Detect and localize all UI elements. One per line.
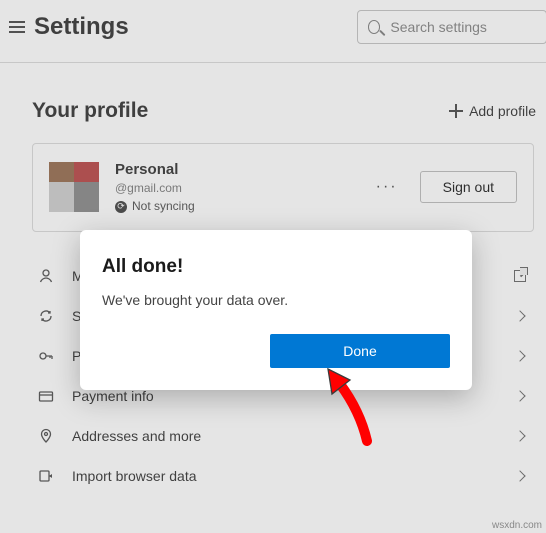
- chevron-right-icon: [514, 310, 525, 321]
- key-icon: [36, 348, 56, 364]
- dialog-title: All done!: [102, 256, 450, 278]
- sync-icon: [36, 308, 56, 324]
- chevron-right-icon: [514, 390, 525, 401]
- chevron-right-icon: [514, 350, 525, 361]
- menu-button[interactable]: [0, 18, 34, 36]
- profile-email: @gmail.com: [115, 180, 354, 196]
- sync-status-icon: ⟳: [115, 201, 127, 213]
- all-done-dialog: All done! We've brought your data over. …: [80, 230, 472, 390]
- search-input[interactable]: [390, 19, 536, 35]
- search-box[interactable]: [357, 10, 546, 44]
- person-icon: [36, 268, 56, 284]
- chevron-right-icon: [514, 430, 525, 441]
- row-label: Payment info: [72, 388, 500, 404]
- sync-status-text: Not syncing: [132, 198, 195, 214]
- profile-name: Personal: [115, 160, 354, 180]
- row-import[interactable]: Import browser data: [32, 456, 534, 496]
- row-label: Import browser data: [72, 468, 500, 484]
- add-profile-button[interactable]: Add profile: [449, 103, 536, 119]
- row-addresses[interactable]: Addresses and more: [32, 416, 534, 456]
- search-icon: [368, 20, 380, 34]
- location-icon: [36, 428, 56, 444]
- plus-icon: [449, 104, 463, 118]
- page-title: Settings: [34, 13, 129, 41]
- add-profile-label: Add profile: [469, 103, 536, 119]
- done-button[interactable]: Done: [270, 334, 450, 368]
- section-title: Your profile: [32, 99, 148, 123]
- profile-card: Personal @gmail.com ⟳ Not syncing ··· Si…: [32, 143, 534, 232]
- row-label: Addresses and more: [72, 428, 500, 444]
- card-icon: [36, 388, 56, 404]
- avatar: [49, 162, 99, 212]
- profile-more-button[interactable]: ···: [370, 174, 404, 200]
- import-icon: [36, 468, 56, 484]
- signout-button[interactable]: Sign out: [420, 171, 517, 203]
- watermark: wsxdn.com: [492, 520, 542, 531]
- external-link-icon: [514, 270, 526, 282]
- dialog-body: We've brought your data over.: [102, 292, 450, 308]
- chevron-right-icon: [514, 470, 525, 481]
